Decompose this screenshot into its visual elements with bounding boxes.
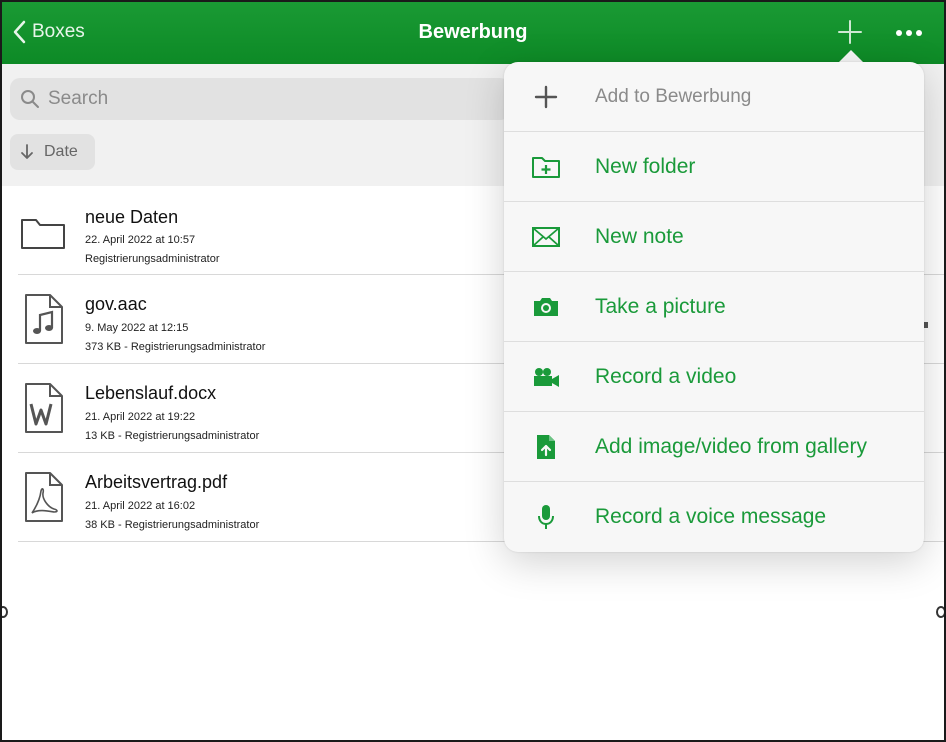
file-name: Arbeitsvertrag.pdf (85, 472, 228, 492)
more-dot (906, 30, 912, 36)
file-name: neue Daten (85, 207, 179, 227)
more-dot (916, 30, 922, 36)
file-name: Lebenslauf.docx (85, 383, 217, 403)
menu-item-record-voice[interactable]: Record a voice message (504, 482, 924, 552)
file-date: 22. April 2022 at 10:57 (85, 234, 196, 246)
file-meta: 13 KB - Registrierungsadministrator (85, 430, 260, 442)
nav-bar: Boxes Bewerbung (2, 2, 944, 64)
add-button[interactable] (836, 18, 864, 46)
more-button[interactable] (894, 22, 924, 44)
search-placeholder: Search (48, 88, 109, 109)
plus-icon (530, 83, 562, 111)
arrow-down-icon (21, 144, 33, 159)
sort-date-button[interactable]: Date (10, 134, 95, 170)
menu-item-new-folder[interactable]: New folder (504, 132, 924, 202)
folder-icon (21, 219, 65, 249)
menu-item-label: Take a picture (595, 294, 726, 318)
page-title: Bewerbung (418, 21, 528, 43)
file-date: 9. May 2022 at 12:15 (85, 322, 189, 334)
menu-item-new-note[interactable]: New note (504, 202, 924, 272)
video-camera-icon (530, 363, 562, 391)
file-meta: Registrierungsadministrator (85, 253, 220, 265)
menu-item-take-picture[interactable]: Take a picture (504, 272, 924, 342)
resize-handle-left[interactable] (2, 606, 8, 618)
menu-item-label: Add image/video from gallery (595, 434, 867, 458)
note-icon (530, 223, 562, 251)
file-name: gov.aac (85, 294, 147, 314)
file-date: 21. April 2022 at 16:02 (85, 500, 196, 512)
row-chevron (924, 322, 928, 328)
menu-item-add-from-gallery[interactable]: Add image/video from gallery (504, 412, 924, 482)
menu-item-label: New note (595, 224, 684, 248)
search-input[interactable]: Search (10, 78, 510, 120)
menu-item-label: Add to Bewerbung (595, 85, 752, 107)
camera-icon (530, 293, 562, 321)
new-folder-icon (530, 153, 562, 181)
audio-file-icon (25, 294, 63, 344)
menu-item-add-to-folder: Add to Bewerbung (504, 62, 924, 132)
menu-item-label: Record a voice message (595, 505, 827, 528)
resize-handle-right[interactable] (936, 606, 944, 618)
gallery-upload-icon (530, 433, 562, 461)
add-menu-popover: Add to Bewerbung New folder New note Tak… (504, 62, 924, 552)
file-date: 21. April 2022 at 19:22 (85, 411, 196, 423)
sort-label: Date (44, 143, 78, 160)
word-file-icon (25, 383, 63, 433)
search-icon (21, 90, 39, 108)
menu-item-record-video[interactable]: Record a video (504, 342, 924, 412)
file-meta: 38 KB - Registrierungsadministrator (85, 519, 260, 531)
microphone-icon (530, 503, 562, 531)
menu-item-label: Record a video (595, 364, 737, 388)
menu-item-label: New folder (595, 154, 696, 178)
more-dot (896, 30, 902, 36)
plus-icon (838, 20, 862, 44)
pdf-file-icon (25, 472, 63, 522)
file-meta: 373 KB - Registrierungsadministrator (85, 341, 266, 353)
app-window: Boxes Bewerbung Search Date neue Daten 2… (0, 0, 946, 742)
